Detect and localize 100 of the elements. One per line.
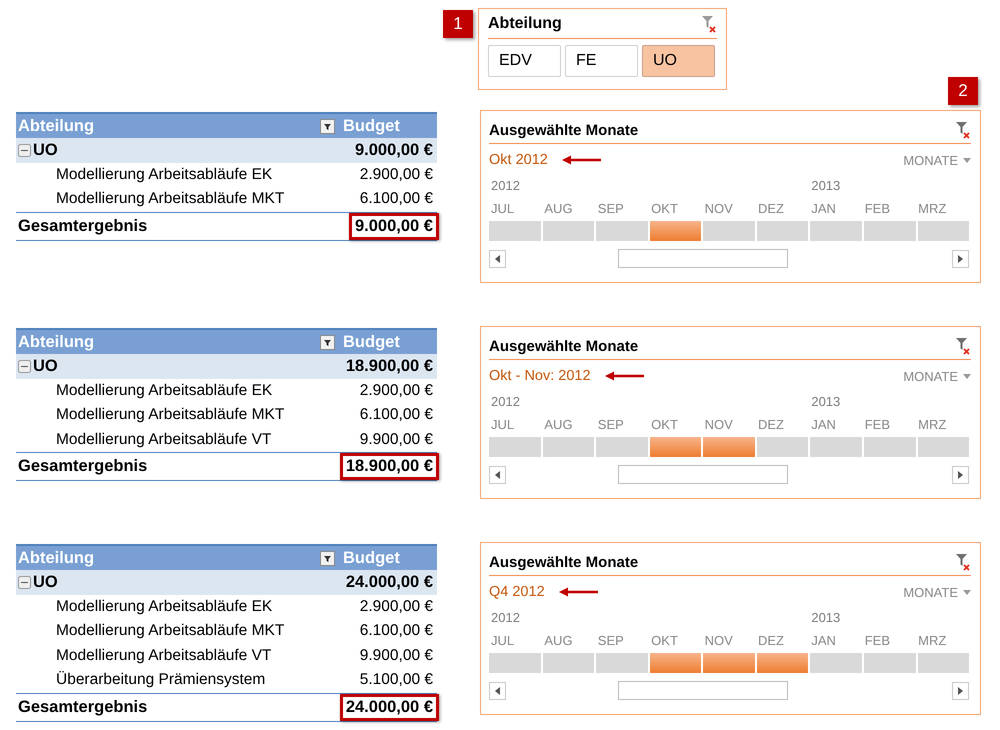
month-cell[interactable]	[542, 221, 594, 241]
timeline-title: Ausgewählte Monate	[489, 122, 638, 138]
collapse-icon[interactable]	[18, 576, 31, 589]
month-cell[interactable]	[810, 437, 862, 457]
month-cell[interactable]	[918, 653, 970, 673]
month-label: JAN	[811, 201, 836, 216]
year-label: 2013	[811, 394, 840, 409]
clear-filter-icon[interactable]	[955, 337, 971, 355]
month-label: JAN	[811, 417, 836, 432]
value-cell-text: 5.100,00 €	[358, 671, 434, 690]
month-label: MRZ	[918, 417, 946, 432]
row-label: UO	[33, 356, 59, 376]
month-cell[interactable]	[864, 221, 916, 241]
month-cell[interactable]	[756, 653, 808, 673]
row-label: Modellierung Arbeitsabläufe EK	[55, 598, 274, 616]
scroll-left-button[interactable]	[489, 466, 506, 484]
selection-label: Q4 2012	[489, 584, 545, 600]
value-cell-text: 2.900,00 €	[358, 166, 434, 184]
row-label: Modellierung Arbeitsabläufe EK	[55, 166, 274, 184]
triangle-left-icon	[495, 254, 500, 262]
month-cell[interactable]	[596, 653, 648, 673]
month-cell[interactable]	[703, 653, 755, 673]
row-label: Modellierung Arbeitsabläufe MKT	[55, 190, 286, 208]
scroll-right-button[interactable]	[952, 682, 969, 700]
month-cell[interactable]	[596, 437, 648, 457]
scroll-thumb[interactable]	[618, 249, 788, 268]
month-label: FEB	[864, 201, 890, 216]
month-cell[interactable]	[703, 437, 755, 457]
caret-icon	[963, 158, 971, 162]
scroll-thumb[interactable]	[618, 465, 788, 484]
month-cell[interactable]	[542, 653, 594, 673]
total-value: 9.000,00 €	[349, 212, 439, 240]
value-cell-text: 9.900,00 €	[358, 430, 434, 449]
triangle-right-icon	[958, 254, 963, 262]
month-cell[interactable]	[864, 437, 916, 457]
value-cell-text: 9.000,00 €	[354, 140, 434, 160]
filter-dropdown-icon[interactable]	[320, 118, 335, 134]
value-cell-text: 6.100,00 €	[358, 190, 434, 208]
total-value: 24.000,00 €	[340, 694, 439, 720]
filter-dropdown-icon[interactable]	[320, 550, 335, 566]
month-label: MRZ	[918, 201, 946, 216]
month-cell[interactable]	[810, 653, 862, 673]
month-label: DEZ	[758, 633, 784, 648]
year-label: 2012	[491, 610, 520, 625]
year-label: 2012	[491, 394, 520, 409]
row-label: Modellierung Arbeitsabläufe MKT	[55, 406, 286, 424]
month-cell[interactable]	[650, 221, 702, 241]
arrow-icon	[562, 155, 602, 165]
row-label: Modellierung Arbeitsabläufe VT	[55, 646, 272, 665]
collapse-icon[interactable]	[18, 144, 31, 157]
month-label: FEB	[864, 417, 890, 432]
month-label: SEP	[598, 633, 624, 648]
month-cell[interactable]	[703, 221, 755, 241]
value-cell-text: 6.100,00 €	[358, 406, 434, 424]
month-label: NOV	[704, 633, 733, 648]
selection-label: Okt - Nov: 2012	[489, 368, 591, 384]
column-header: Abteilung	[17, 332, 96, 352]
slicer-item[interactable]: EDV	[488, 45, 561, 77]
month-cell[interactable]	[918, 221, 970, 241]
month-label: SEP	[598, 201, 624, 216]
total-label: Gesamtergebnis	[17, 216, 148, 236]
value-cell-text: 2.900,00 €	[358, 598, 434, 616]
month-cell[interactable]	[596, 221, 648, 241]
row-label: Modellierung Arbeitsabläufe VT	[55, 430, 272, 449]
month-cell[interactable]	[542, 437, 594, 457]
scroll-right-button[interactable]	[952, 466, 969, 484]
month-cell[interactable]	[810, 221, 862, 241]
total-label: Gesamtergebnis	[17, 698, 148, 716]
clear-filter-icon[interactable]	[701, 15, 717, 33]
slicer-item[interactable]: UO	[642, 45, 715, 77]
row-label: UO	[33, 140, 59, 160]
scroll-right-button[interactable]	[952, 250, 969, 268]
clear-filter-icon[interactable]	[955, 121, 971, 139]
column-header: Abteilung	[17, 548, 96, 568]
slicer-item[interactable]: FE	[565, 45, 638, 77]
scroll-left-button[interactable]	[489, 682, 506, 700]
scroll-left-button[interactable]	[489, 250, 506, 268]
collapse-icon[interactable]	[18, 360, 31, 373]
clear-filter-icon[interactable]	[955, 553, 971, 571]
month-cell[interactable]	[650, 437, 702, 457]
caret-icon	[963, 374, 971, 378]
scroll-thumb[interactable]	[618, 681, 788, 700]
month-cell[interactable]	[489, 221, 541, 241]
month-label: OKT	[651, 417, 678, 432]
month-label: NOV	[704, 417, 733, 432]
month-cell[interactable]	[864, 653, 916, 673]
month-cell[interactable]	[489, 653, 541, 673]
month-cell[interactable]	[756, 437, 808, 457]
month-label: OKT	[651, 633, 678, 648]
column-header: Budget	[342, 548, 401, 568]
month-cell[interactable]	[918, 437, 970, 457]
row-label: Überarbeitung Prämiensystem	[55, 671, 266, 690]
month-label: MRZ	[918, 633, 946, 648]
column-header: Budget	[342, 116, 401, 136]
month-label: SEP	[598, 417, 624, 432]
row-label: Modellierung Arbeitsabläufe EK	[55, 382, 274, 400]
filter-dropdown-icon[interactable]	[320, 334, 335, 350]
month-cell[interactable]	[756, 221, 808, 241]
month-cell[interactable]	[489, 437, 541, 457]
month-cell[interactable]	[650, 653, 702, 673]
